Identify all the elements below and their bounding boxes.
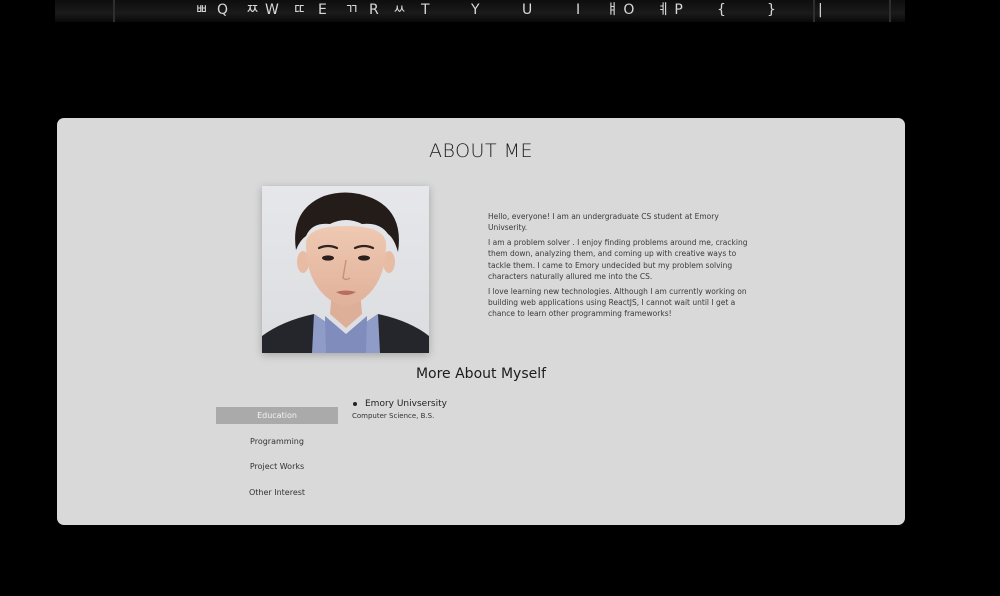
keycap-label: R (369, 2, 379, 18)
keycap-label: I (576, 2, 581, 18)
keycap-label: U (522, 2, 533, 18)
tab-other-interest[interactable]: Other Interest (216, 484, 338, 501)
bio-text: Hello, everyone! I am an undergraduate C… (488, 211, 750, 323)
tab-programming[interactable]: Programming (216, 433, 338, 450)
bio-paragraph: I am a problem solver . I enjoy finding … (488, 238, 748, 281)
keycap-label: ㅉ (246, 2, 259, 18)
keycap-label: } (767, 2, 776, 18)
tab-project-works[interactable]: Project Works (216, 458, 338, 475)
keycap-label: ㅖ P (657, 2, 683, 18)
education-panel: Emory Univsersity Computer Science, B.S. (352, 398, 652, 421)
section-tabs: Education Programming Project Works Othe… (216, 407, 338, 510)
about-title: ABOUT ME (428, 140, 533, 162)
bio-paragraph: Hello, everyone! I am an undergraduate C… (488, 212, 719, 233)
keycap-label: ㅆ (393, 2, 406, 18)
keycap-label: ㄲ (345, 2, 358, 18)
keycap-label: E (318, 2, 327, 18)
keycap-label: ㅃ (195, 2, 208, 18)
keycap-label: Q (217, 2, 229, 18)
school-name: Emory Univsersity (365, 399, 447, 409)
profile-photo (262, 186, 429, 353)
portrait-illustration (262, 186, 429, 353)
tab-education[interactable]: Education (216, 407, 338, 424)
keyboard-banner-image: ㅃ Q ㅉ W ㄸ E ㄲ R ㅆ T Y U I ㅒ O ㅖ P { } | (55, 0, 905, 22)
keycap-label: W (265, 2, 279, 18)
keycap-label: T (421, 2, 430, 18)
page: ㅃ Q ㅉ W ㄸ E ㄲ R ㅆ T Y U I ㅒ O ㅖ P { } | … (0, 0, 1000, 596)
about-card (57, 118, 905, 525)
degree-text: Computer Science, B.S. (352, 412, 435, 420)
bullet-icon (353, 402, 357, 406)
keycap-label: ㄸ (293, 2, 306, 18)
keycap-label: ㅒ O (606, 2, 635, 18)
keycap-label: Y (471, 2, 480, 18)
bio-paragraph: I love learning new technologies. Althou… (488, 286, 747, 319)
keycap-label: { (717, 2, 726, 18)
more-about-title: More About Myself (415, 366, 547, 382)
keycap-label: | (818, 2, 823, 18)
list-item: Emory Univsersity (352, 398, 652, 410)
